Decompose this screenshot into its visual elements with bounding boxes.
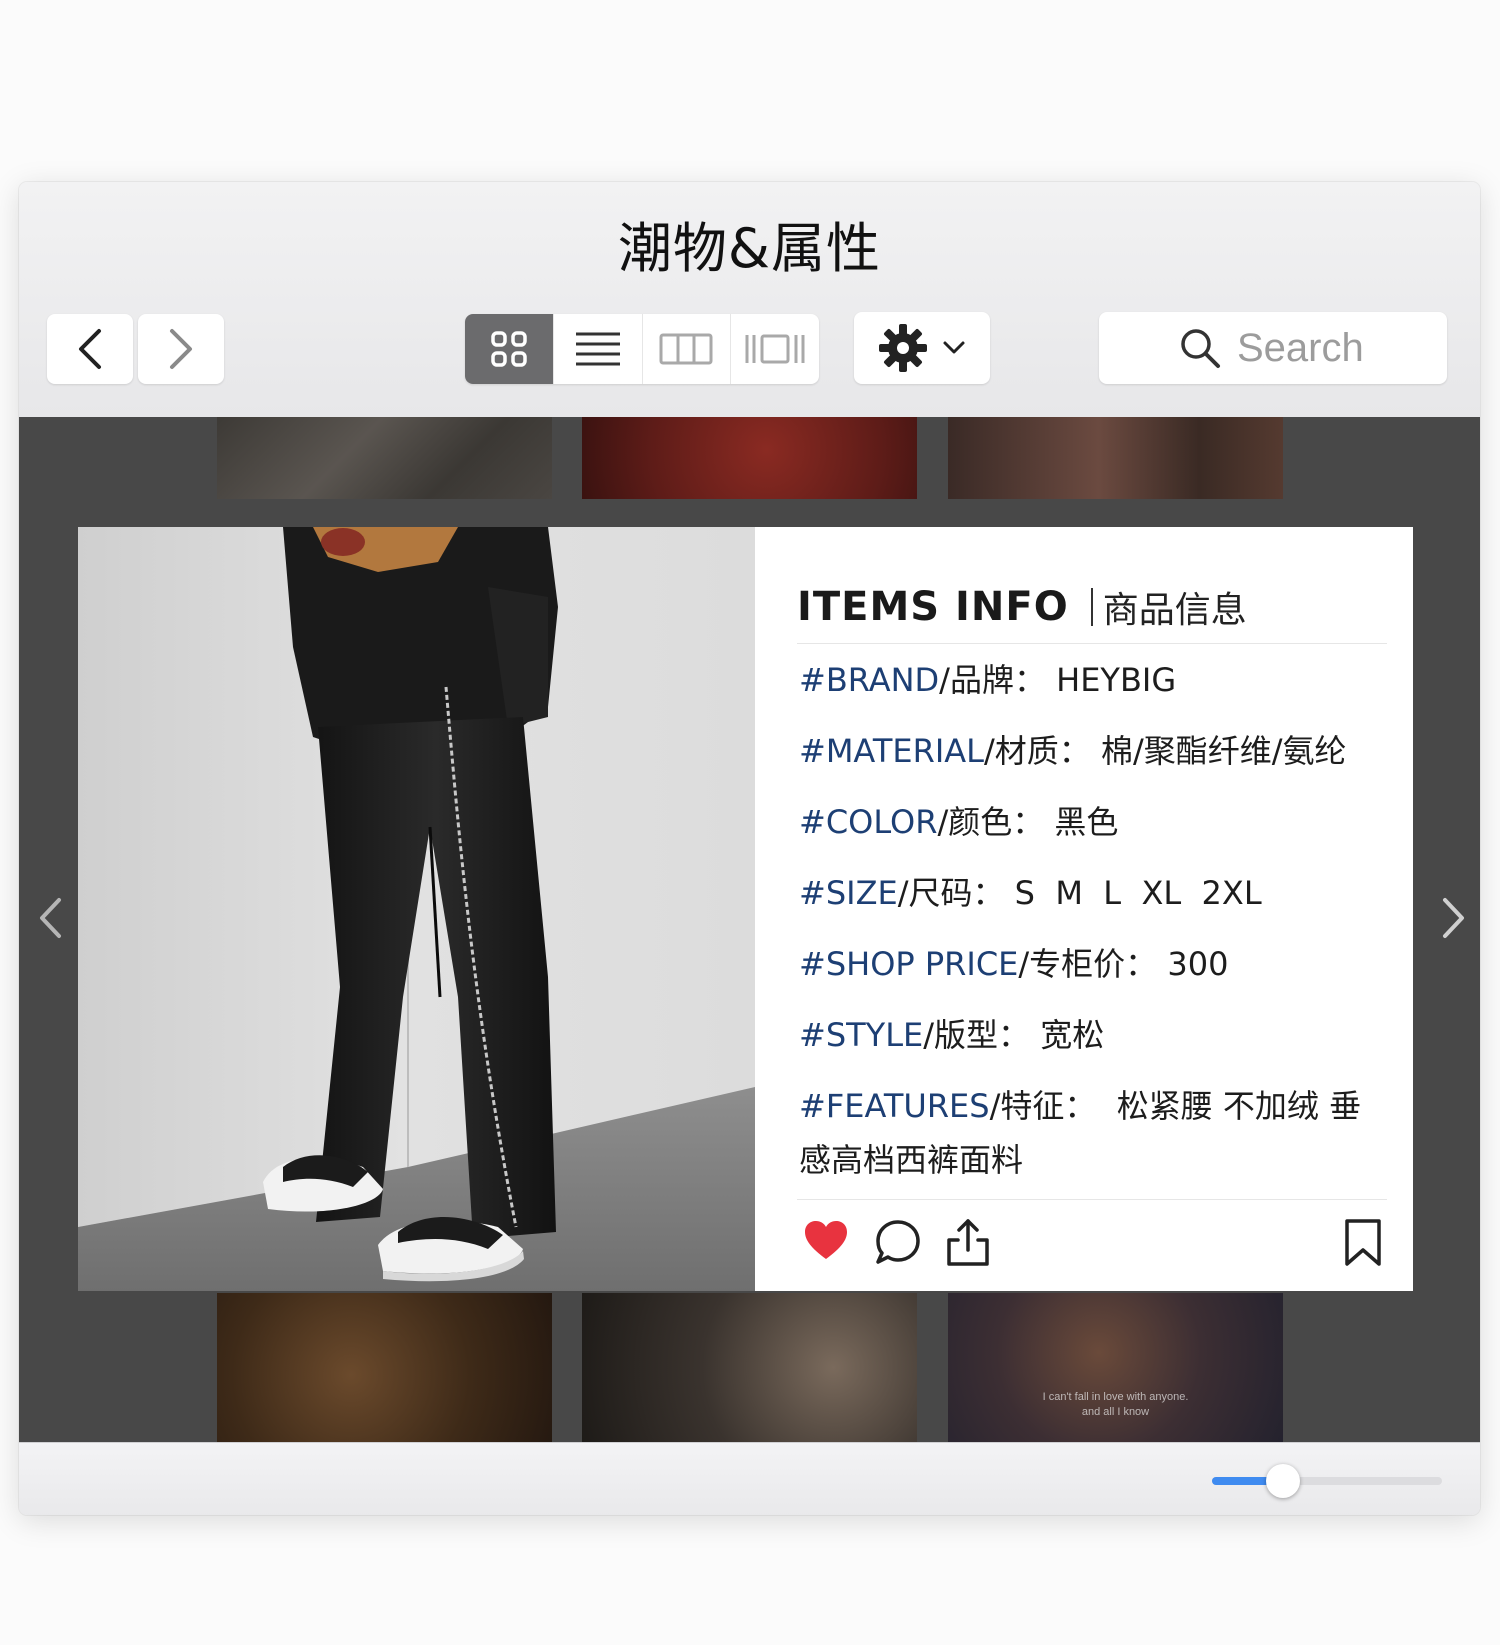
chevron-left-icon (79, 329, 101, 369)
attribute-list: #BRAND/品牌： HEYBIG #MATERIAL/材质： 棉/聚酯纤维/氨… (799, 661, 1379, 1220)
caption-line: and all I know (1081, 1406, 1150, 1418)
attribute-label: /材质： (983, 732, 1091, 770)
attribute-value: HEYBIG (1056, 661, 1177, 699)
thumbnail-image[interactable] (217, 417, 552, 499)
attribute-color: #COLOR/颜色： 黑色 (799, 803, 1379, 841)
gallery-view-button[interactable] (730, 314, 819, 384)
info-title-cn: 商品信息 (1102, 590, 1247, 631)
column-view-button[interactable] (641, 314, 731, 384)
chevron-right-icon (1443, 898, 1464, 938)
attribute-value: 300 (1167, 945, 1229, 983)
icon-view-button[interactable] (465, 314, 553, 384)
list-view-button[interactable] (552, 314, 642, 384)
title-divider (1090, 588, 1093, 626)
item-info-panel: ITEMS INFO 商品信息 #BRAND/品牌： HEYBIG #MATER… (755, 527, 1413, 1291)
zoom-slider[interactable] (1212, 1464, 1442, 1498)
attribute-features: #FEATURES/特征： 松紧腰 不加绒 垂感高档西裤面料 (799, 1079, 1379, 1187)
attribute-tag: #FEATURES (799, 1087, 990, 1125)
thumbnail-caption: I can't fall in love with anyone. and al… (948, 1390, 1283, 1420)
info-title-en: ITEMS INFO (797, 584, 1069, 630)
toolbar: 潮物&属性 (19, 182, 1480, 418)
chevron-right-icon (170, 329, 192, 369)
grid-icon (491, 331, 527, 367)
attribute-tag: #COLOR (799, 803, 938, 841)
attribute-tag: #MATERIAL (799, 732, 984, 770)
view-mode-switcher (465, 314, 819, 384)
attribute-label: /品牌： (939, 661, 1046, 699)
comment-icon[interactable] (873, 1218, 923, 1268)
attribute-value: 黑色 (1054, 803, 1119, 841)
thumbnail-image[interactable] (948, 417, 1283, 499)
columns-icon (659, 333, 713, 365)
thumbnail-image[interactable]: I can't fall in love with anyone. and al… (948, 1293, 1283, 1442)
search-icon (1181, 329, 1220, 368)
attribute-label: /版型： (923, 1016, 1031, 1054)
next-item-button[interactable] (1439, 895, 1469, 945)
back-button[interactable] (47, 314, 133, 384)
status-bar (19, 1442, 1480, 1515)
action-menu-button[interactable] (854, 312, 990, 384)
product-photo (78, 527, 755, 1291)
attribute-value: 棉/聚酯纤维/氨纶 (1100, 732, 1347, 770)
attribute-label: /颜色： (937, 803, 1045, 841)
search-input[interactable] (1237, 325, 1367, 371)
attribute-tag: #SIZE (799, 874, 898, 912)
attribute-brand: #BRAND/品牌： HEYBIG (799, 661, 1379, 699)
attribute-label: /专柜价： (1018, 945, 1158, 983)
gallery-area: I can't fall in love with anyone. and al… (19, 417, 1480, 1442)
attribute-tag: #SHOP PRICE (799, 945, 1019, 983)
list-icon (575, 332, 620, 366)
forward-button[interactable] (138, 314, 224, 384)
share-icon[interactable] (945, 1218, 991, 1268)
attribute-label: /特征： (989, 1087, 1097, 1125)
app-window: 潮物&属性 Search I can't fall in love with a… (19, 182, 1480, 1515)
thumbnail-image[interactable] (217, 1293, 552, 1442)
attribute-value: S M L XL 2XL (1014, 874, 1262, 912)
attribute-material: #MATERIAL/材质： 棉/聚酯纤维/氨纶 (799, 732, 1379, 770)
attribute-style: #STYLE/版型： 宽松 (799, 1016, 1379, 1054)
heart-icon[interactable] (803, 1218, 849, 1264)
thumbnail-image[interactable] (582, 417, 917, 499)
chevron-left-icon (40, 898, 61, 938)
caption-line: I can't fall in love with anyone. (1042, 1391, 1189, 1403)
attribute-tag: #BRAND (799, 661, 940, 699)
bookmark-icon[interactable] (1343, 1218, 1383, 1268)
chevron-down-icon (943, 341, 965, 354)
slider-thumb[interactable] (1266, 1464, 1301, 1498)
attribute-size: #SIZE/尺码： S M L XL 2XL (799, 874, 1379, 912)
search-field[interactable] (1099, 312, 1447, 384)
attribute-shop-price: #SHOP PRICE/专柜价： 300 (799, 945, 1379, 983)
gallery-icon (745, 334, 805, 364)
attribute-value: 宽松 (1040, 1016, 1105, 1054)
item-detail-card: ITEMS INFO 商品信息 #BRAND/品牌： HEYBIG #MATER… (78, 527, 1413, 1291)
thumbnail-image[interactable] (582, 1293, 917, 1442)
window-title: 潮物&属性 (617, 217, 882, 280)
attribute-label: /尺码： (897, 874, 1005, 912)
attribute-tag: #STYLE (799, 1016, 924, 1054)
previous-item-button[interactable] (35, 895, 65, 945)
gear-icon (879, 324, 927, 372)
info-header: ITEMS INFO 商品信息 (797, 571, 1387, 644)
card-action-bar (797, 1199, 1387, 1291)
